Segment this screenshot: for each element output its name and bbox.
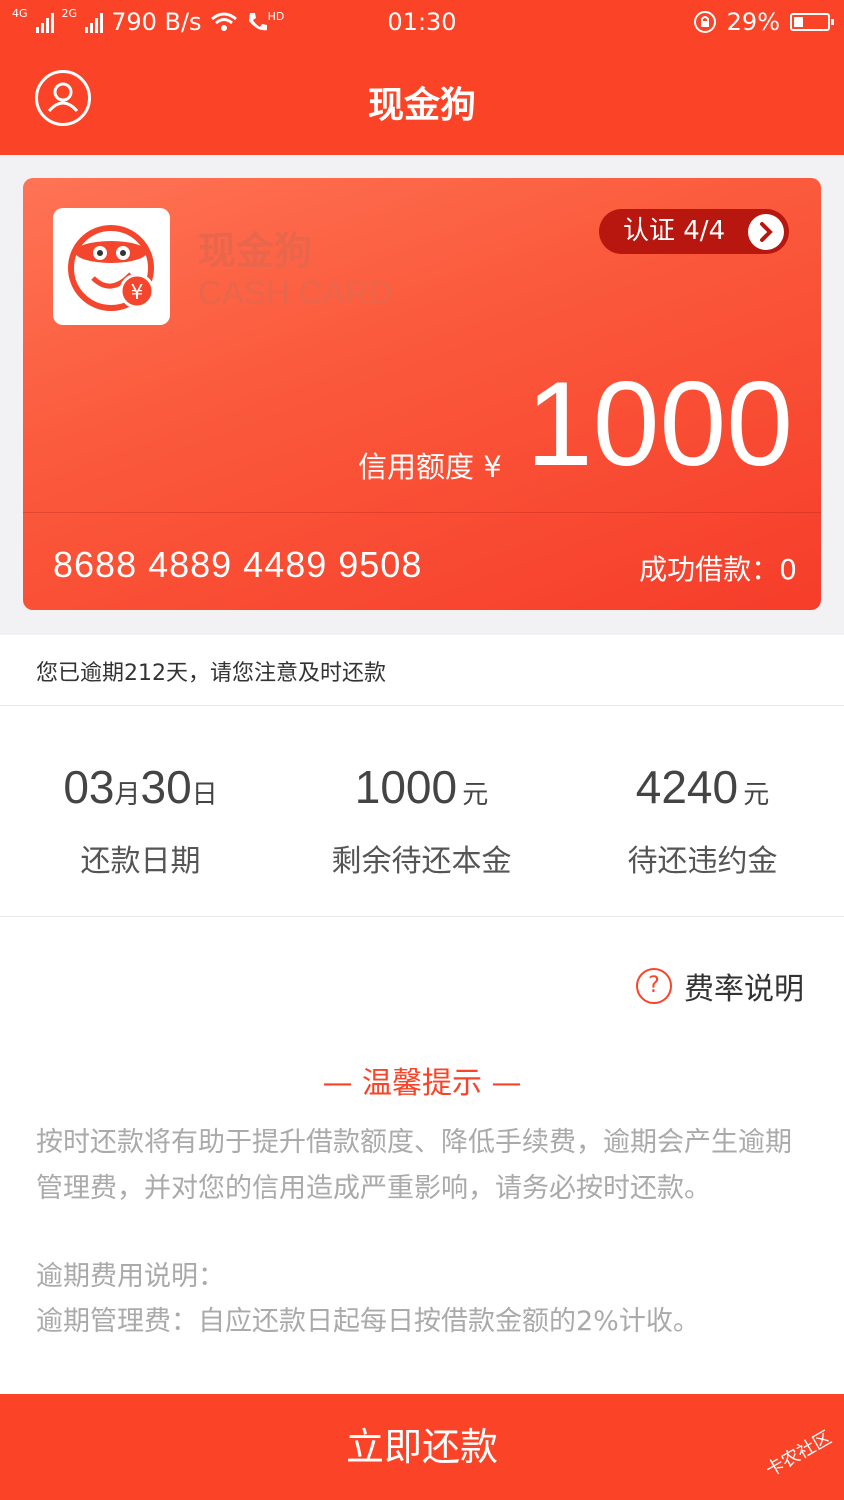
due-date-label: 还款日期 [80,844,201,879]
battery-icon [790,13,834,31]
tip-title: — 温馨提示 — [322,1066,522,1101]
due-day: 30 [140,761,192,813]
status-bar: 4G 2G 790 B/s HD 01:30 29% [0,0,844,44]
page-title: 现金狗 [367,85,476,126]
credit-limit-value: 1000 [526,357,793,491]
day-unit: 日 [191,780,218,810]
tip-paragraph-3: 逾期管理费：自应还款日起每日按借款金额的2%计收。 [36,1306,700,1337]
repayment-stats: 03月30日 还款日期 1000 元 剩余待还本金 4240 元 待还违约金 [0,706,844,917]
repay-now-button[interactable]: 立即还款 [0,1394,844,1500]
card-number: 8688 4889 4489 9508 [53,544,423,585]
credit-card: ¥ 现金狗 CASH CARD 认证 4/4 信用额度 ¥ 1000 8688 … [23,178,821,610]
successful-loans: 成功借款：0 [639,553,797,586]
due-month: 03 [63,761,115,813]
card-brand-en: CASH CARD [198,274,393,311]
stat-principal: 1000 元 剩余待还本金 [281,760,562,880]
tip-paragraph-2: 逾期费用说明： [36,1261,225,1292]
overdue-notice-text: 您已逾期212天，请您注意及时还款 [36,661,386,686]
penalty-unit: 元 [743,780,770,810]
credit-limit-label: 信用额度 ¥ [358,450,502,484]
principal-value: 1000 [354,761,458,813]
chevron-right-icon [748,214,784,250]
verification-label: 认证 4/4 [623,216,726,246]
app-logo: ¥ [53,208,170,325]
card-divider [23,512,821,513]
penalty-value: 4240 [635,761,739,813]
penalty-label: 待还违约金 [627,844,778,879]
rotation-lock-icon [693,11,716,33]
overdue-notice: 您已逾期212天，请您注意及时还款 [0,635,844,706]
battery-percent: 29% [726,8,780,36]
tip-paragraph-1: 按时还款将有助于提升借款额度、降低手续费，逾期会产生逾期管理费，并对您的信用造成… [36,1127,792,1204]
stat-due-date: 03月30日 还款日期 [0,760,281,880]
fee-explanation-link[interactable]: ? 费率说明 [636,964,804,1008]
svg-text:¥: ¥ [131,280,144,304]
month-unit: 月 [114,780,141,810]
principal-label: 剩余待还本金 [331,844,512,879]
verification-button[interactable]: 认证 4/4 [599,209,789,254]
header-bar: 4G 2G 790 B/s HD 01:30 29% 现金狗 [0,0,844,155]
question-icon: ? [636,968,672,1004]
fee-explanation-label: 费率说明 [684,972,804,1007]
stat-penalty: 4240 元 待还违约金 [562,760,843,880]
principal-unit: 元 [462,780,489,810]
card-brand-cn: 现金狗 [198,229,313,273]
